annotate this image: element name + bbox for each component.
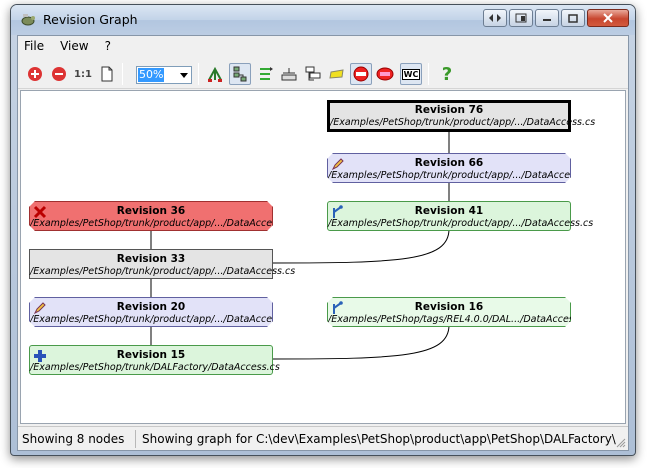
revision-node[interactable]: Revision 16 /Examples/PetShop/tags/REL4.… <box>327 297 571 327</box>
help-button[interactable]: ? <box>436 63 458 85</box>
revision-path: /Examples/PetShop/trunk/product/app/.../… <box>30 266 296 277</box>
page-icon <box>101 66 113 82</box>
revision-path: /Examples/PetShop/trunk/product/app/.../… <box>330 117 596 128</box>
revision-node[interactable]: Revision 41 /Examples/PetShop/trunk/prod… <box>327 201 594 231</box>
overview-button[interactable] <box>278 63 300 85</box>
branch-tree-icon <box>208 66 222 82</box>
graph-canvas[interactable]: Revision 76 /Examples/PetShop/trunk/prod… <box>20 90 626 424</box>
revision-path: /Examples/PetShop/trunk/product/app/.../… <box>328 218 594 229</box>
turtle-icon <box>21 14 35 26</box>
close-button[interactable] <box>587 9 629 27</box>
toolbar-separator <box>122 63 123 85</box>
resize-grip-icon[interactable] <box>616 438 626 448</box>
toolbar-separator <box>428 63 429 85</box>
right-to-left-icon <box>260 67 273 80</box>
maximize-button[interactable] <box>561 9 585 27</box>
panel-icon <box>515 13 527 23</box>
remove-deleted-button[interactable] <box>374 63 396 85</box>
chevron-down-icon[interactable] <box>177 67 191 83</box>
window-title: Revision Graph <box>43 12 138 27</box>
pencil-icon <box>331 157 345 171</box>
exclude-paths-button[interactable] <box>350 63 372 85</box>
zoom-combobox[interactable]: 50% <box>136 66 192 84</box>
edge-16-15 <box>270 324 450 360</box>
page-button[interactable] <box>96 63 118 85</box>
revision-path: /Examples/PetShop/trunk/product/app/.../… <box>30 314 296 325</box>
wc-icon: WC <box>401 68 421 80</box>
help-icon: ? <box>441 63 453 85</box>
added-plus-icon <box>34 350 46 362</box>
revision-node[interactable]: Revision 36 /Examples/PetShop/trunk/prod… <box>29 201 273 231</box>
revision-label: Revision 20 <box>116 301 186 313</box>
exclude-paths-icon <box>353 66 369 82</box>
revision-label: Revision 66 <box>414 157 484 169</box>
group-icon <box>305 66 321 81</box>
revision-label: Revision 36 <box>116 205 186 217</box>
remove-deleted-icon <box>376 67 394 81</box>
menu-view[interactable]: View <box>60 39 88 53</box>
edge-41-33 <box>270 228 450 264</box>
menu-bar: File View ? <box>18 36 628 56</box>
zoom-1-1-button[interactable]: 1:1 <box>72 63 94 85</box>
zoom-1-1-icon: 1:1 <box>74 68 92 80</box>
zoom-in-icon <box>28 67 42 81</box>
maximize-icon <box>568 13 578 23</box>
overview-icon <box>281 68 297 81</box>
client-area: File View ? 1:1 50% WC ? Revision 76 /Ex… <box>17 35 629 451</box>
revision-node[interactable]: Revision 15 /Examples/PetShop/trunk/DALF… <box>29 345 280 375</box>
revision-path: /Examples/PetShop/trunk/product/app/.../… <box>328 170 594 181</box>
status-graph-path: Showing graph for C:\dev\Examples\PetSho… <box>142 431 616 446</box>
zoom-value: 50% <box>138 68 165 82</box>
revision-label: Revision 16 <box>414 301 484 313</box>
switch-window-button[interactable] <box>483 9 507 27</box>
right-to-left-button[interactable] <box>254 63 276 85</box>
revision-node[interactable]: Revision 76 /Examples/PetShop/trunk/prod… <box>327 100 596 132</box>
zoom-in-button[interactable] <box>24 63 46 85</box>
revision-path: /Examples/PetShop/tags/REL4.0.0/DAL.../D… <box>328 314 592 325</box>
menu-help[interactable]: ? <box>105 39 111 53</box>
group-button[interactable] <box>302 63 324 85</box>
status-node-count: Showing 8 nodes <box>18 429 136 448</box>
branch-layout-icon <box>233 66 247 82</box>
copy-branch-icon <box>331 301 345 315</box>
switch-icon <box>489 14 501 22</box>
zoom-out-icon <box>52 67 66 81</box>
revision-label: Revision 33 <box>116 253 186 265</box>
copy-branch-icon <box>333 205 343 218</box>
revision-graph-window: Revision Graph File View ? 1:1 50% WC ? … <box>10 4 636 456</box>
revision-path: /Examples/PetShop/trunk/DALFactory/DataA… <box>30 362 280 373</box>
status-bar: Showing 8 nodes Showing graph for C:\dev… <box>18 426 628 450</box>
close-icon <box>603 13 613 23</box>
revision-node[interactable]: Revision 20 /Examples/PetShop/trunk/prod… <box>29 297 273 327</box>
title-bar[interactable]: Revision Graph <box>11 5 635 35</box>
revision-label: Revision 41 <box>414 205 484 217</box>
toolbar-separator <box>198 63 199 85</box>
menu-file[interactable]: File <box>24 39 44 53</box>
wc-button[interactable]: WC <box>400 63 422 85</box>
revision-path: /Examples/PetShop/trunk/product/app/.../… <box>30 218 296 229</box>
pencil-icon <box>33 301 47 315</box>
tag-button[interactable] <box>326 63 348 85</box>
deleted-x-icon <box>33 205 47 219</box>
revision-node[interactable]: Revision 33 /Examples/PetShop/trunk/prod… <box>29 249 296 279</box>
branch-tree-button[interactable] <box>204 63 226 85</box>
toolbar: 1:1 50% WC ? <box>18 57 628 89</box>
revision-node[interactable]: Revision 66 /Examples/PetShop/trunk/prod… <box>327 153 571 183</box>
revision-label: Revision 76 <box>414 104 484 116</box>
branch-layout-button[interactable] <box>229 63 251 85</box>
zoom-out-button[interactable] <box>48 63 70 85</box>
revision-label: Revision 15 <box>116 349 186 361</box>
minimize-icon <box>543 19 551 21</box>
tag-icon <box>329 69 344 79</box>
minimize-button[interactable] <box>535 9 559 27</box>
restore-panel-button[interactable] <box>509 9 533 27</box>
